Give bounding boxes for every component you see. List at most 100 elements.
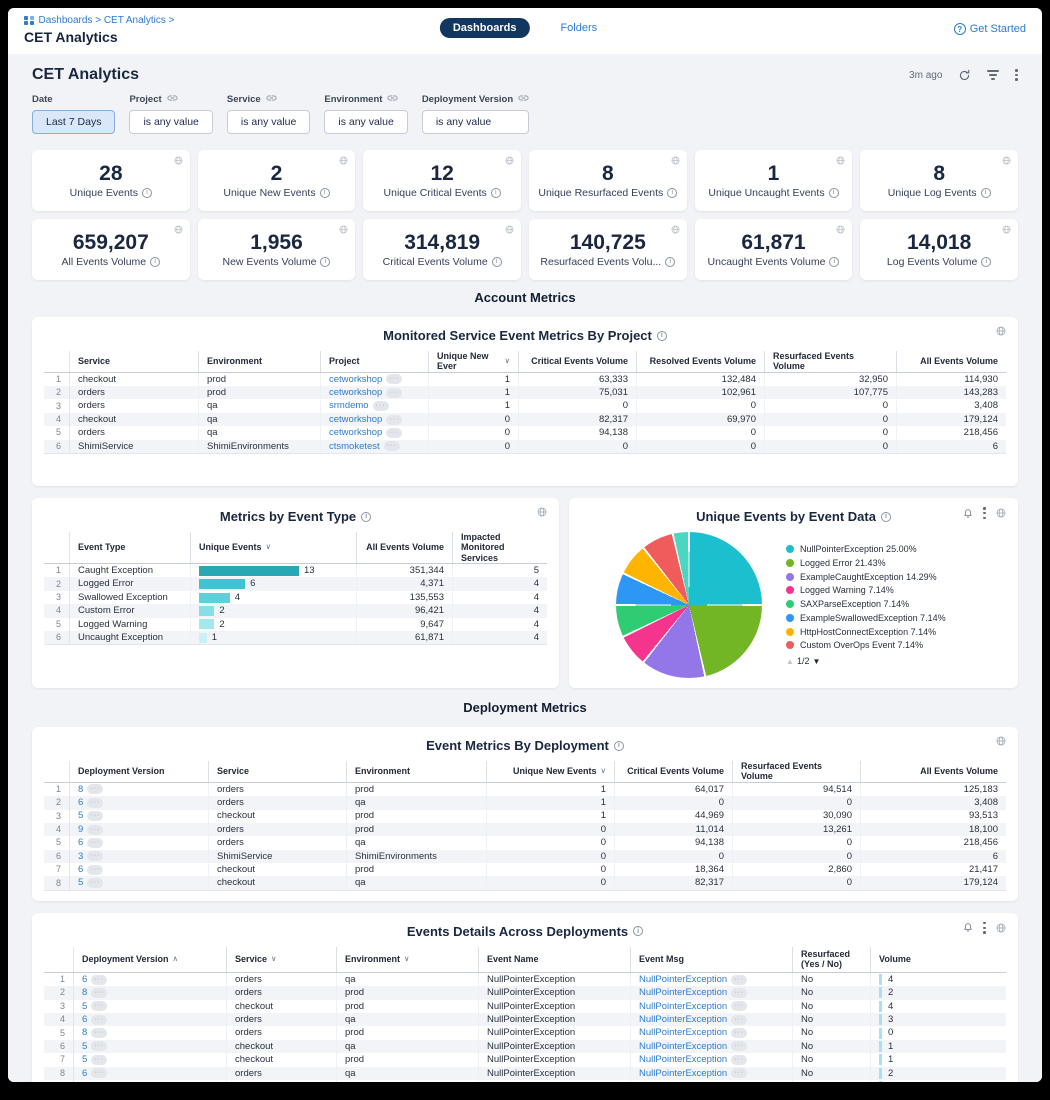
col-event-type[interactable]: Event Type bbox=[70, 532, 190, 563]
globe-icon[interactable] bbox=[996, 923, 1006, 933]
more-icon[interactable]: ··· bbox=[87, 865, 103, 875]
get-started-button[interactable]: ? Get Started bbox=[954, 23, 1026, 35]
event-msg-link[interactable]: NullPointerException··· bbox=[639, 1028, 747, 1038]
more-icon[interactable]: ··· bbox=[731, 1041, 747, 1051]
legend-item[interactable]: Logged Warning 7.14% bbox=[786, 585, 971, 596]
legend-item[interactable]: NullPointerException 25.00% bbox=[786, 544, 971, 555]
panel-menu-icon[interactable] bbox=[983, 507, 986, 519]
globe-icon[interactable] bbox=[671, 225, 680, 234]
more-icon[interactable]: ··· bbox=[91, 1041, 107, 1051]
project-link[interactable]: cetworkshop··· bbox=[329, 415, 402, 425]
refresh-icon[interactable] bbox=[958, 69, 971, 82]
deployment-version-link[interactable]: 5··· bbox=[82, 1041, 107, 1051]
filter-chip[interactable]: is any value bbox=[129, 110, 212, 134]
col-impacted-monitored-services[interactable]: Impacted Monitored Services bbox=[452, 532, 547, 563]
info-icon[interactable]: i bbox=[150, 257, 160, 267]
globe-icon[interactable] bbox=[671, 156, 680, 165]
event-msg-link[interactable]: NullPointerException··· bbox=[639, 1001, 747, 1011]
info-icon[interactable]: i bbox=[881, 512, 891, 522]
info-icon[interactable]: i bbox=[667, 188, 677, 198]
col-all-events-volume[interactable]: All Events Volume bbox=[356, 532, 452, 563]
more-icon[interactable]: ··· bbox=[386, 388, 402, 398]
globe-icon[interactable] bbox=[339, 156, 348, 165]
deployment-version-link[interactable]: 5··· bbox=[82, 1001, 107, 1011]
event-msg-link[interactable]: NullPointerException··· bbox=[639, 1041, 747, 1051]
info-icon[interactable]: i bbox=[633, 926, 643, 936]
legend-item[interactable]: SAXParseException 7.14% bbox=[786, 599, 971, 610]
legend-item[interactable]: HttpHostConnectException 7.14% bbox=[786, 627, 971, 638]
col-resurfaced-events-volume[interactable]: Resurfaced Events Volume bbox=[732, 761, 860, 782]
more-icon[interactable]: ··· bbox=[87, 784, 103, 794]
col-service[interactable]: Service bbox=[70, 351, 198, 372]
col-critical-events-volume[interactable]: Critical Events Volume bbox=[518, 351, 636, 372]
deployment-version-link[interactable]: 8··· bbox=[82, 1028, 107, 1038]
tab-dashboards[interactable]: Dashboards bbox=[440, 18, 530, 38]
deployment-version-link[interactable]: 3··· bbox=[78, 851, 103, 861]
info-icon[interactable]: i bbox=[492, 257, 502, 267]
more-icon[interactable]: ··· bbox=[731, 1015, 747, 1025]
globe-icon[interactable] bbox=[836, 225, 845, 234]
more-icon[interactable]: ··· bbox=[386, 415, 402, 425]
col-environment[interactable]: Environment bbox=[198, 351, 320, 372]
col-service[interactable]: Service bbox=[208, 761, 346, 782]
legend-page-up-icon[interactable]: ▲ bbox=[786, 657, 794, 666]
info-icon[interactable]: i bbox=[665, 257, 675, 267]
globe-icon[interactable] bbox=[339, 225, 348, 234]
col-event-name[interactable]: Event Name bbox=[478, 947, 630, 972]
deployment-version-link[interactable]: 6··· bbox=[82, 1068, 107, 1078]
more-icon[interactable]: ··· bbox=[91, 1055, 107, 1065]
col-resurfaced-events-volume[interactable]: Resurfaced Events Volume bbox=[764, 351, 896, 372]
info-icon[interactable]: i bbox=[829, 257, 839, 267]
deployment-version-link[interactable]: 5··· bbox=[82, 1055, 107, 1065]
legend-page-down-icon[interactable]: ▼ bbox=[812, 657, 820, 666]
col-deployment-version[interactable]: Deployment Version∧ bbox=[74, 947, 226, 972]
project-link[interactable]: cetworkshop··· bbox=[329, 374, 402, 384]
filter-chip[interactable]: is any value bbox=[422, 110, 529, 134]
col-volume[interactable]: Volume bbox=[870, 947, 1006, 972]
dashboard-menu-icon[interactable] bbox=[1015, 69, 1018, 81]
more-icon[interactable]: ··· bbox=[373, 401, 389, 411]
more-icon[interactable]: ··· bbox=[731, 1055, 747, 1065]
more-icon[interactable]: ··· bbox=[91, 1015, 107, 1025]
event-msg-link[interactable]: NullPointerException··· bbox=[639, 1015, 747, 1025]
col-resolved-events-volume[interactable]: Resolved Events Volume bbox=[636, 351, 764, 372]
globe-icon[interactable] bbox=[836, 156, 845, 165]
info-icon[interactable]: i bbox=[320, 188, 330, 198]
more-icon[interactable]: ··· bbox=[731, 1001, 747, 1011]
more-icon[interactable]: ··· bbox=[731, 1028, 747, 1038]
col-unique-new-events[interactable]: Unique New Ever∨ bbox=[428, 351, 518, 372]
more-icon[interactable]: ··· bbox=[87, 798, 103, 808]
globe-icon[interactable] bbox=[174, 156, 183, 165]
pie-chart[interactable] bbox=[616, 532, 762, 678]
col-resurfaced[interactable]: Resurfaced (Yes / No) bbox=[792, 947, 870, 972]
legend-item[interactable]: Logged Error 21.43% bbox=[786, 558, 971, 569]
col-environment[interactable]: Environment bbox=[346, 761, 486, 782]
col-unique-events[interactable]: Unique Events∨ bbox=[190, 532, 356, 563]
legend-item[interactable]: ExampleCaughtException 14.29% bbox=[786, 572, 971, 583]
deployment-version-link[interactable]: 6··· bbox=[82, 1015, 107, 1025]
more-icon[interactable]: ··· bbox=[87, 838, 103, 848]
deployment-version-link[interactable]: 6··· bbox=[82, 975, 107, 985]
more-icon[interactable]: ··· bbox=[87, 878, 103, 888]
more-icon[interactable]: ··· bbox=[87, 825, 103, 835]
legend-item[interactable]: Custom OverOps Event 7.14% bbox=[786, 640, 971, 651]
info-icon[interactable]: i bbox=[320, 257, 330, 267]
bell-icon[interactable] bbox=[963, 508, 973, 519]
more-icon[interactable]: ··· bbox=[731, 988, 747, 998]
project-link[interactable]: ctsmoketest··· bbox=[329, 441, 400, 451]
col-critical-events-volume[interactable]: Critical Events Volume bbox=[614, 761, 732, 782]
col-deployment-version[interactable]: Deployment Version bbox=[70, 761, 208, 782]
globe-icon[interactable] bbox=[996, 326, 1006, 336]
globe-icon[interactable] bbox=[1002, 225, 1011, 234]
col-environment[interactable]: Environment∨ bbox=[336, 947, 478, 972]
breadcrumb-link[interactable]: CET Analytics bbox=[104, 15, 166, 26]
more-icon[interactable]: ··· bbox=[386, 428, 402, 438]
col-unique-new-events[interactable]: Unique New Events∨ bbox=[486, 761, 614, 782]
deployment-version-link[interactable]: 8··· bbox=[78, 784, 103, 794]
more-icon[interactable]: ··· bbox=[731, 1068, 747, 1078]
more-icon[interactable]: ··· bbox=[87, 811, 103, 821]
project-link[interactable]: cetworkshop··· bbox=[329, 388, 402, 398]
filter-chip[interactable]: is any value bbox=[227, 110, 310, 134]
globe-icon[interactable] bbox=[537, 507, 547, 517]
more-icon[interactable]: ··· bbox=[91, 1001, 107, 1011]
